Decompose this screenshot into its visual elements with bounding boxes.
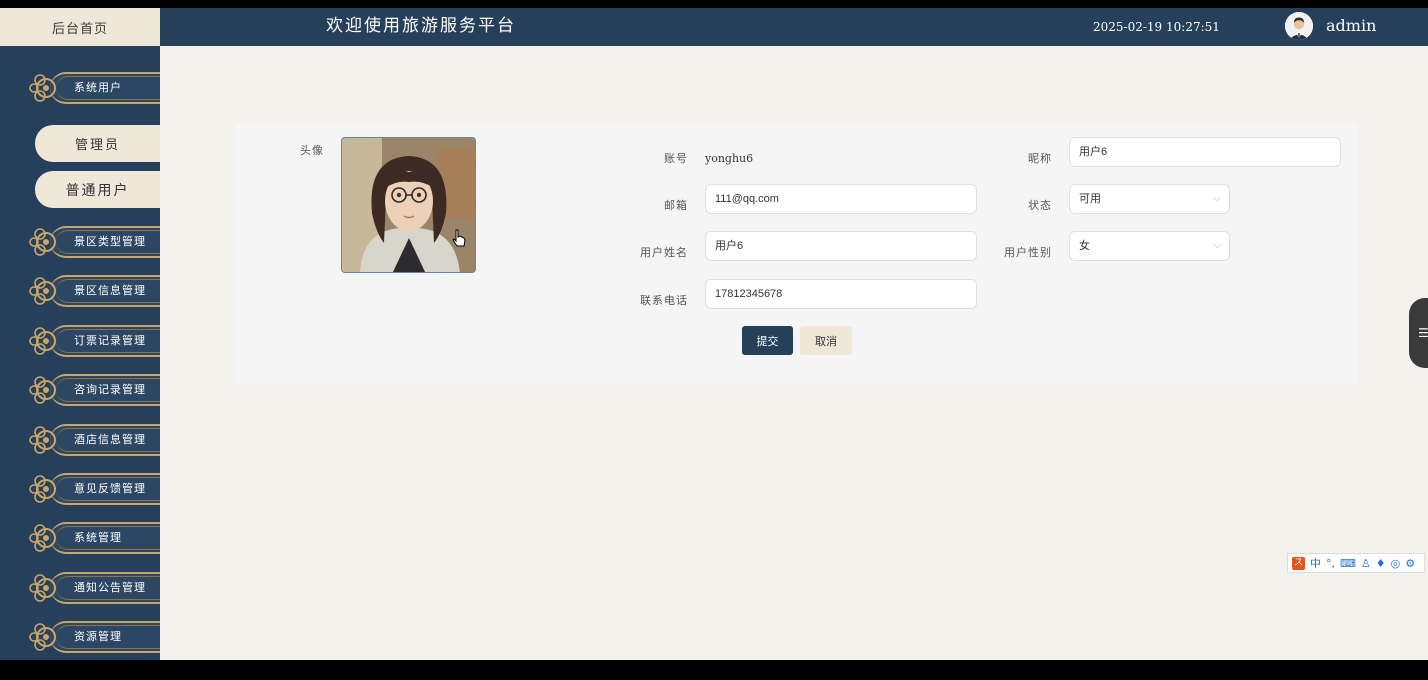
- sidebar-item-label: 咨询记录管理: [74, 383, 146, 396]
- submit-button[interactable]: 提交: [742, 326, 793, 355]
- ornament-knot-icon: [29, 277, 56, 305]
- sidebar: 系统用户 管理员 普通用户 景区类型管理 景区信息管理 订票记录管理 咨询记录管…: [0, 46, 160, 660]
- sidebar-item-label: 通知公告管理: [74, 581, 146, 594]
- keyboard-icon[interactable]: ⌨: [1340, 557, 1356, 570]
- nickname-label: 昵称: [1028, 152, 1052, 165]
- floating-side-tab[interactable]: ☰: [1409, 298, 1428, 368]
- datetime-display: 2025-02-19 10:27:51: [1093, 20, 1220, 34]
- gender-select-value: 女: [1079, 240, 1090, 252]
- user-avatar[interactable]: [1285, 12, 1313, 40]
- cancel-button[interactable]: 取消: [800, 326, 852, 355]
- avatar-photo-icon: [342, 138, 475, 272]
- ornament-knot-icon: [29, 74, 56, 102]
- sidebar-subitem-normal-user[interactable]: 普通用户: [35, 171, 160, 208]
- home-tab[interactable]: 后台首页: [0, 8, 160, 46]
- email-input[interactable]: 111@qq.com: [705, 184, 977, 214]
- sidebar-item-consult-records[interactable]: 咨询记录管理: [28, 370, 160, 410]
- chevron-down-icon: ⌵: [1213, 240, 1221, 251]
- sidebar-item-label: 意见反馈管理: [74, 482, 146, 495]
- avatar-upload[interactable]: [341, 137, 476, 273]
- ornament-knot-icon: [29, 623, 56, 651]
- sidebar-item-hotel-info[interactable]: 酒店信息管理: [28, 420, 160, 460]
- sidebar-item-notice[interactable]: 通知公告管理: [28, 568, 160, 608]
- sidebar-item-label: 景区信息管理: [74, 284, 146, 297]
- ornament-knot-icon: [29, 327, 56, 355]
- gender-select[interactable]: 女 ⌵: [1069, 231, 1230, 261]
- skin-icon[interactable]: ♦: [1376, 557, 1386, 570]
- ime-toolbar: ス 中 °, ⌨ ♙ ♦ ◎ ⚙: [1287, 553, 1425, 573]
- ime-mode-toggle[interactable]: 中: [1310, 555, 1321, 571]
- ornament-knot-icon: [29, 426, 56, 454]
- realname-input[interactable]: 用户6: [705, 231, 977, 261]
- target-icon[interactable]: ◎: [1391, 557, 1401, 570]
- sidebar-item-system-manage[interactable]: 系统管理: [28, 518, 160, 558]
- top-bar: 后台首页 欢迎使用旅游服务平台 2025-02-19 10:27:51 admi…: [0, 8, 1428, 46]
- email-label: 邮箱: [664, 199, 688, 212]
- sidebar-item-label: 酒店信息管理: [74, 433, 146, 446]
- ornament-knot-icon: [29, 376, 56, 404]
- menu-lines-icon: ☰: [1418, 326, 1428, 340]
- gender-label: 用户性别: [1004, 246, 1052, 259]
- user-icon[interactable]: ♙: [1361, 557, 1371, 570]
- sidebar-item-feedback[interactable]: 意见反馈管理: [28, 469, 160, 509]
- sidebar-item-label: 资源管理: [74, 630, 122, 643]
- ornament-knot-icon: [29, 228, 56, 256]
- chevron-down-icon: ⌵: [1213, 193, 1221, 204]
- nickname-input[interactable]: 用户6: [1069, 137, 1341, 167]
- sidebar-item-resources[interactable]: 资源管理: [28, 617, 160, 657]
- ornament-knot-icon: [29, 524, 56, 552]
- username[interactable]: admin: [1326, 8, 1376, 44]
- realname-label: 用户姓名: [640, 246, 688, 259]
- sidebar-item-label: 订票记录管理: [74, 334, 146, 347]
- status-select-value: 可用: [1079, 193, 1101, 205]
- avatar-label: 头像: [300, 144, 324, 157]
- ornament-knot-icon: [29, 574, 56, 602]
- sidebar-item-ticket-records[interactable]: 订票记录管理: [28, 321, 160, 361]
- phone-label: 联系电话: [640, 294, 688, 307]
- sidebar-subitem-admin[interactable]: 管理员: [35, 125, 160, 162]
- sidebar-item-label: 系统管理: [74, 531, 122, 544]
- sidebar-item-scenic-info[interactable]: 景区信息管理: [28, 271, 160, 311]
- sidebar-item-label: 系统用户: [74, 81, 122, 94]
- status-select[interactable]: 可用 ⌵: [1069, 184, 1230, 214]
- app-window: 后台首页 欢迎使用旅游服务平台 2025-02-19 10:27:51 admi…: [0, 8, 1428, 660]
- site-title: 欢迎使用旅游服务平台: [326, 16, 516, 36]
- ime-logo-icon[interactable]: ス: [1292, 556, 1305, 570]
- ornament-knot-icon: [29, 475, 56, 503]
- gear-icon[interactable]: ⚙: [1405, 557, 1415, 570]
- hand-cursor-icon: [452, 229, 466, 247]
- account-value: yonghu6: [705, 152, 754, 165]
- punctuation-icon[interactable]: °,: [1326, 557, 1335, 570]
- status-label: 状态: [1028, 199, 1052, 212]
- account-label: 账号: [664, 152, 688, 165]
- user-avatar-icon: [1285, 12, 1313, 40]
- sidebar-item-scenic-type[interactable]: 景区类型管理: [28, 222, 160, 262]
- sidebar-item-system-users[interactable]: 系统用户: [28, 68, 160, 108]
- sidebar-item-label: 景区类型管理: [74, 235, 146, 248]
- phone-input[interactable]: 17812345678: [705, 279, 977, 309]
